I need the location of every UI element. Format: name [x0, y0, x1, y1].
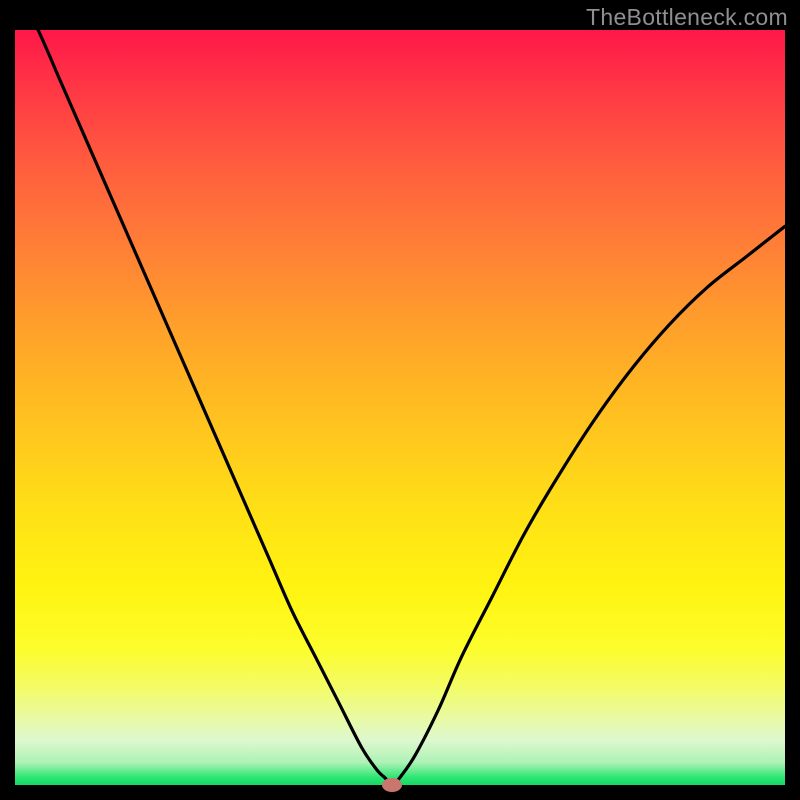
chart-container: { "watermark": "TheBottleneck.com", "cha…	[0, 0, 800, 800]
curve-svg	[15, 30, 785, 785]
plot-area	[15, 30, 785, 785]
optimal-point-marker	[382, 778, 402, 792]
bottleneck-curve-path	[15, 30, 785, 785]
watermark-text: TheBottleneck.com	[586, 4, 788, 31]
